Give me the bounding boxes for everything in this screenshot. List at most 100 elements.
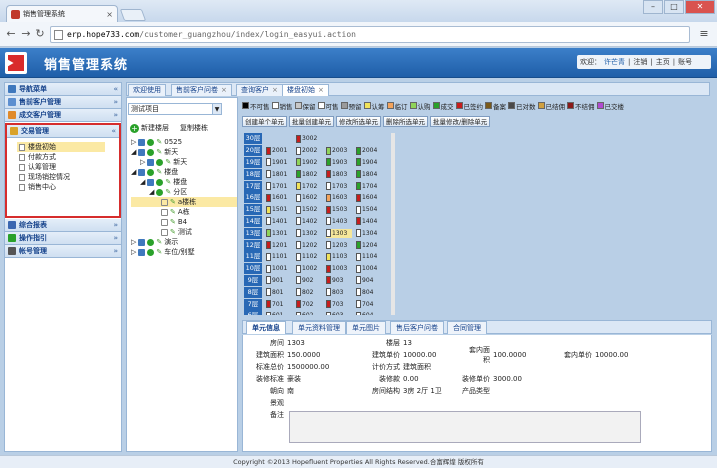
tab-building-init[interactable]: 楼盘初始 ×: [282, 84, 329, 96]
floor-label[interactable]: 20层: [244, 145, 262, 157]
unit-cell[interactable]: 2002: [296, 146, 322, 155]
tree-node[interactable]: ▷ ✎ 演示: [131, 237, 237, 247]
unit-cell[interactable]: 1503: [326, 205, 352, 214]
tree-node[interactable]: ✎ A栋: [131, 207, 237, 217]
unit-cell[interactable]: 1603: [326, 193, 352, 202]
unit-cell[interactable]: 804: [356, 288, 382, 297]
home-link[interactable]: 主页: [656, 57, 670, 67]
address-bar[interactable]: erp.hope733.com/customer_guangzhou/index…: [50, 26, 690, 43]
tab-close-icon[interactable]: ×: [272, 85, 278, 96]
unit-cell[interactable]: 1903: [326, 158, 352, 167]
unit-cell[interactable]: 3002: [296, 134, 322, 143]
unit-cell[interactable]: 1101: [266, 252, 292, 261]
account-link[interactable]: 账号: [678, 57, 692, 67]
floor-label[interactable]: 18层: [244, 168, 262, 180]
unit-cell[interactable]: 1504: [356, 205, 382, 214]
remark-textarea[interactable]: [289, 411, 641, 443]
unit-cell[interactable]: 803: [326, 288, 352, 297]
unit-cell[interactable]: 2004: [356, 146, 382, 155]
back-arrow-icon[interactable]: ←: [4, 26, 18, 42]
unit-cell[interactable]: 1404: [356, 217, 382, 226]
unit-cell[interactable]: 1704: [356, 182, 382, 191]
unit-cell[interactable]: 1103: [326, 252, 352, 261]
unit-cell[interactable]: 1201: [266, 241, 292, 250]
nav-group-deal[interactable]: 成交客户管理 »: [5, 109, 121, 122]
unit-cell[interactable]: 1904: [356, 158, 382, 167]
tree-node[interactable]: ▷ ✎ 0525: [131, 137, 237, 147]
minimize-button[interactable]: –: [643, 0, 663, 14]
unit-cell[interactable]: 1202: [296, 241, 322, 250]
nav-group-presale[interactable]: 售前客户管理 »: [5, 96, 121, 109]
nav-group-account[interactable]: 帐号管理 »: [5, 245, 121, 258]
unit-cell[interactable]: 904: [356, 276, 382, 285]
floor-label[interactable]: 14层: [244, 215, 262, 227]
reload-icon[interactable]: ↻: [33, 26, 47, 42]
copy-building-button[interactable]: 复制楼栋: [180, 123, 208, 133]
nav-group-reports[interactable]: 综合报表 »: [5, 219, 121, 232]
project-select[interactable]: 测试项目: [128, 103, 220, 115]
unit-cell[interactable]: 1901: [266, 158, 292, 167]
floor-label[interactable]: 10层: [244, 263, 262, 275]
unit-cell[interactable]: 1403: [326, 217, 352, 226]
unit-cell[interactable]: 1501: [266, 205, 292, 214]
unit-cell[interactable]: 603: [326, 311, 352, 315]
unit-cell[interactable]: 1002: [296, 264, 322, 273]
tab-close-icon[interactable]: ×: [106, 10, 113, 19]
floor-label[interactable]: 11层: [244, 251, 262, 263]
nav-item-building-init[interactable]: 楼盘初始: [17, 142, 105, 152]
nav-item-payment[interactable]: 付款方式: [17, 152, 119, 162]
tab-close-icon[interactable]: ×: [221, 85, 227, 96]
tab-close-icon[interactable]: ×: [318, 85, 324, 96]
tree-node[interactable]: ◢ ✎ 楼盘: [131, 167, 237, 177]
floor-label[interactable]: 6层: [244, 310, 262, 315]
floor-label[interactable]: 12层: [244, 239, 262, 251]
chevron-down-icon[interactable]: ▼: [212, 103, 222, 115]
floor-label[interactable]: 9层: [244, 274, 262, 286]
nav-item-onsite-control[interactable]: 现场销控情况: [17, 172, 119, 182]
batch-create-button[interactable]: 批量创建单元: [289, 116, 334, 127]
tree-node[interactable]: ◢ ✎ 新天: [131, 147, 237, 157]
tree-node[interactable]: ✎ B4: [131, 217, 237, 227]
floor-label[interactable]: 17层: [244, 180, 262, 192]
nav-group-guide[interactable]: 操作指引 »: [5, 232, 121, 245]
unit-cell[interactable]: 1104: [356, 252, 382, 261]
collapse-left-icon[interactable]: «: [113, 85, 118, 93]
unit-cell[interactable]: 1402: [296, 217, 322, 226]
tab-query-customer[interactable]: 查询客户 ×: [236, 84, 283, 96]
close-window-button[interactable]: ✕: [685, 0, 715, 14]
edit-selected-button[interactable]: 修改所选单元: [336, 116, 381, 127]
unit-cell[interactable]: 1902: [296, 158, 322, 167]
unit-cell[interactable]: 602: [296, 311, 322, 315]
floor-label[interactable]: 15层: [244, 204, 262, 216]
unit-cell[interactable]: 1802: [296, 170, 322, 179]
tab-unit-info[interactable]: 单元信息: [246, 321, 286, 334]
new-tab-button[interactable]: [119, 9, 147, 21]
nav-item-sales-center[interactable]: 销售中心: [17, 182, 119, 192]
unit-cell[interactable]: 1001: [266, 264, 292, 273]
unit-cell[interactable]: 604: [356, 311, 382, 315]
floor-label[interactable]: 13层: [244, 227, 262, 239]
unit-cell[interactable]: 1203: [326, 241, 352, 250]
tree-node[interactable]: ▷ ✎ 车位/别墅: [131, 247, 237, 257]
unit-cell[interactable]: 1801: [266, 170, 292, 179]
unit-cell[interactable]: 1204: [356, 241, 382, 250]
unit-cell[interactable]: 601: [266, 311, 292, 315]
unit-cell[interactable]: 1004: [356, 264, 382, 273]
tab-presale-questionnaire[interactable]: 售前客户问卷 ×: [171, 84, 232, 96]
tab-unit-images[interactable]: 单元图片: [346, 321, 386, 334]
unit-cell[interactable]: 701: [266, 300, 292, 309]
tree-node[interactable]: ◢ ✎ 分区: [131, 187, 237, 197]
grid-scrollbar[interactable]: [391, 133, 395, 315]
floor-label[interactable]: 8层: [244, 286, 262, 298]
tab-welcome[interactable]: 欢迎使用: [128, 84, 166, 96]
unit-cell[interactable]: 901: [266, 276, 292, 285]
tab-unit-docs[interactable]: 单元资料管理: [292, 321, 346, 334]
tree-node[interactable]: ◢ ✎ 楼盘: [131, 177, 237, 187]
unit-cell[interactable]: 1401: [266, 217, 292, 226]
browser-tab[interactable]: 销售管理系统 ×: [6, 5, 118, 22]
unit-cell[interactable]: 1301: [266, 229, 292, 238]
unit-cell[interactable]: 703: [326, 300, 352, 309]
unit-cell[interactable]: 1602: [296, 193, 322, 202]
unit-cell[interactable]: 802: [296, 288, 322, 297]
tree-node[interactable]: ▷ ✎ 新天: [131, 157, 237, 167]
